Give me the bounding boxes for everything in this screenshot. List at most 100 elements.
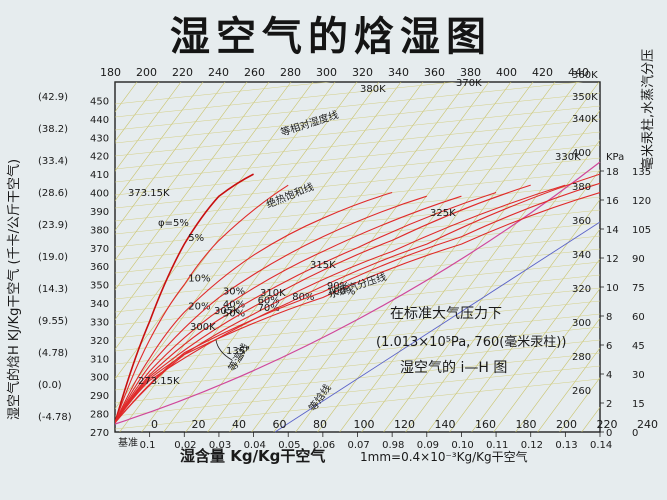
left-tick-label: 350 xyxy=(90,281,109,292)
right-inner-tick-label: 340 xyxy=(572,250,591,261)
isotherm-label: 340K xyxy=(572,114,598,125)
right-kpa-label: 8 xyxy=(606,312,612,323)
left-kcal-label: (23.9) xyxy=(38,220,68,231)
top-tick-label: 360 xyxy=(424,66,445,79)
isotherm-label: 370K xyxy=(456,78,482,89)
inner-x-tick-label: 120 xyxy=(394,418,415,431)
right-kpa-label: 4 xyxy=(606,370,612,381)
note-line-3: 湿空气的 i—H 图 xyxy=(400,360,507,376)
left-tick-label: 380 xyxy=(90,225,109,236)
x-axis-label: 湿含量 Kg/Kg干空气 xyxy=(180,447,325,465)
left-tick-label: 290 xyxy=(90,391,109,402)
isotherm-label: 373.15K xyxy=(128,188,170,199)
inner-x-tick-label: 180 xyxy=(516,418,537,431)
left-tick-label: 440 xyxy=(90,115,109,126)
y-axis-label-left: 湿空气的焓H KJ/Kg干空气 (千卡/公斤干空气) xyxy=(6,159,22,420)
isotherm-label: 360K xyxy=(572,70,598,81)
left-kcal-label: (33.4) xyxy=(38,156,68,167)
left-tick-label: 420 xyxy=(90,152,109,163)
chart-title: 湿空气的焓湿图 xyxy=(170,14,492,60)
left-tick-label: 280 xyxy=(90,410,109,421)
kpa-unit: KPa xyxy=(606,152,624,163)
left-tick-label: 300 xyxy=(90,373,109,384)
left-tick-label: 450 xyxy=(90,96,109,107)
left-tick-label: 410 xyxy=(90,170,109,181)
top-tick-label: 400 xyxy=(496,66,517,79)
phi-series-label: φ=5% xyxy=(158,218,189,229)
chart-svg: 湿空气的焓湿图 5%10%20%30%40%50%60%70%80%90%100… xyxy=(0,0,667,500)
left-tick-label: 270 xyxy=(90,428,109,439)
right-kpa-label: 18 xyxy=(606,167,619,178)
top-tick-label: 320 xyxy=(352,66,373,79)
left-tick-label: 430 xyxy=(90,133,109,144)
right-inner-tick-label: 320 xyxy=(572,284,591,295)
isotherm-label: 310K xyxy=(260,288,286,299)
left-kcal-label: (0.0) xyxy=(38,380,62,391)
right-kpa-label: 0 xyxy=(606,428,612,439)
isotherm-label: 350K xyxy=(572,92,598,103)
inner-x-tick-label: 160 xyxy=(475,418,496,431)
isotherm-label: 273.15K xyxy=(138,376,180,387)
top-tick-label: 300 xyxy=(316,66,337,79)
right-mmhg-label: 120 xyxy=(632,196,651,207)
right-kpa-label: 2 xyxy=(606,399,612,410)
left-kcal-label: (38.2) xyxy=(38,124,68,135)
chart-stage: 湿空气的焓湿图 5% 10% 20% 30% 40% 50% 60% 70% 80% 90% 100… xyxy=(0,0,667,500)
inner-x-tick-label: 100 xyxy=(354,418,375,431)
left-kcal-label: (14.3) xyxy=(38,284,68,295)
angle-label: 135° xyxy=(226,346,250,357)
right-kpa-label: 14 xyxy=(606,225,619,236)
left-kcal-label: (-4.78) xyxy=(38,412,72,423)
inner-x-tick-label: 80 xyxy=(313,418,327,431)
left-kcal-label: (42.9) xyxy=(38,92,68,103)
right-mmhg-label: 0 xyxy=(632,428,638,439)
origin-label: 基准 xyxy=(118,436,138,449)
isotherm-label: 330K xyxy=(555,152,581,163)
right-inner-tick-label: 300 xyxy=(572,318,591,329)
right-mmhg-label: 90 xyxy=(632,254,645,265)
top-tick-label: 180 xyxy=(100,66,121,79)
isotherm-label: 380K xyxy=(360,84,386,95)
left-kcal-label: (28.6) xyxy=(38,188,68,199)
x-tick-label: 0.14 xyxy=(590,440,612,451)
left-tick-label: 340 xyxy=(90,299,109,310)
left-tick-label: 400 xyxy=(90,189,109,200)
right-kpa-label: 6 xyxy=(606,341,612,352)
inner-x-tick-label: 140 xyxy=(435,418,456,431)
inner-x-tick-label: 200 xyxy=(556,418,577,431)
right-inner-tick-label: 280 xyxy=(572,352,591,363)
note-line-2: (1.013×10⁵Pa, 760(毫米汞柱)) xyxy=(376,334,566,350)
x-tick-label: 0.1 xyxy=(140,440,156,451)
right-kpa-label: 12 xyxy=(606,254,619,265)
right-mmhg-label: 30 xyxy=(632,370,645,381)
inner-x-tick-label: 240 xyxy=(637,418,658,431)
right-inner-tick-label: 260 xyxy=(572,386,591,397)
left-kcal-label: (9.55) xyxy=(38,316,68,327)
left-kcal-label: (19.0) xyxy=(38,252,68,263)
right-kpa-label: 10 xyxy=(606,283,619,294)
scale-note: 1mm=0.4×10⁻³Kg/Kg干空气 xyxy=(360,449,528,464)
y-axis-label-right: 毫米汞柱,水蒸汽分压 xyxy=(640,49,656,170)
top-tick-label: 280 xyxy=(280,66,301,79)
right-mmhg-label: 60 xyxy=(632,312,645,323)
isotherm-label: 305K xyxy=(214,306,240,317)
right-inner-tick-label: 380 xyxy=(572,182,591,193)
left-tick-label: 330 xyxy=(90,317,109,328)
top-tick-label: 260 xyxy=(244,66,265,79)
inner-x-tick-label: 20 xyxy=(192,418,206,431)
isotherm-label: 325K xyxy=(430,208,456,219)
inner-x-tick-label: 60 xyxy=(273,418,287,431)
left-tick-label: 370 xyxy=(90,244,109,255)
right-mmhg-label: 45 xyxy=(632,341,645,352)
right-mmhg-label: 75 xyxy=(632,283,645,294)
top-tick-label: 200 xyxy=(136,66,157,79)
left-tick-label: 320 xyxy=(90,336,109,347)
left-tick-label: 360 xyxy=(90,262,109,273)
right-mmhg-label: 15 xyxy=(632,399,645,410)
inner-x-tick-label: 40 xyxy=(232,418,246,431)
isotherm-label: 315K xyxy=(310,260,336,271)
right-kpa-label: 16 xyxy=(606,196,619,207)
top-tick-label: 340 xyxy=(388,66,409,79)
left-tick-label: 310 xyxy=(90,354,109,365)
top-tick-label: 420 xyxy=(532,66,553,79)
